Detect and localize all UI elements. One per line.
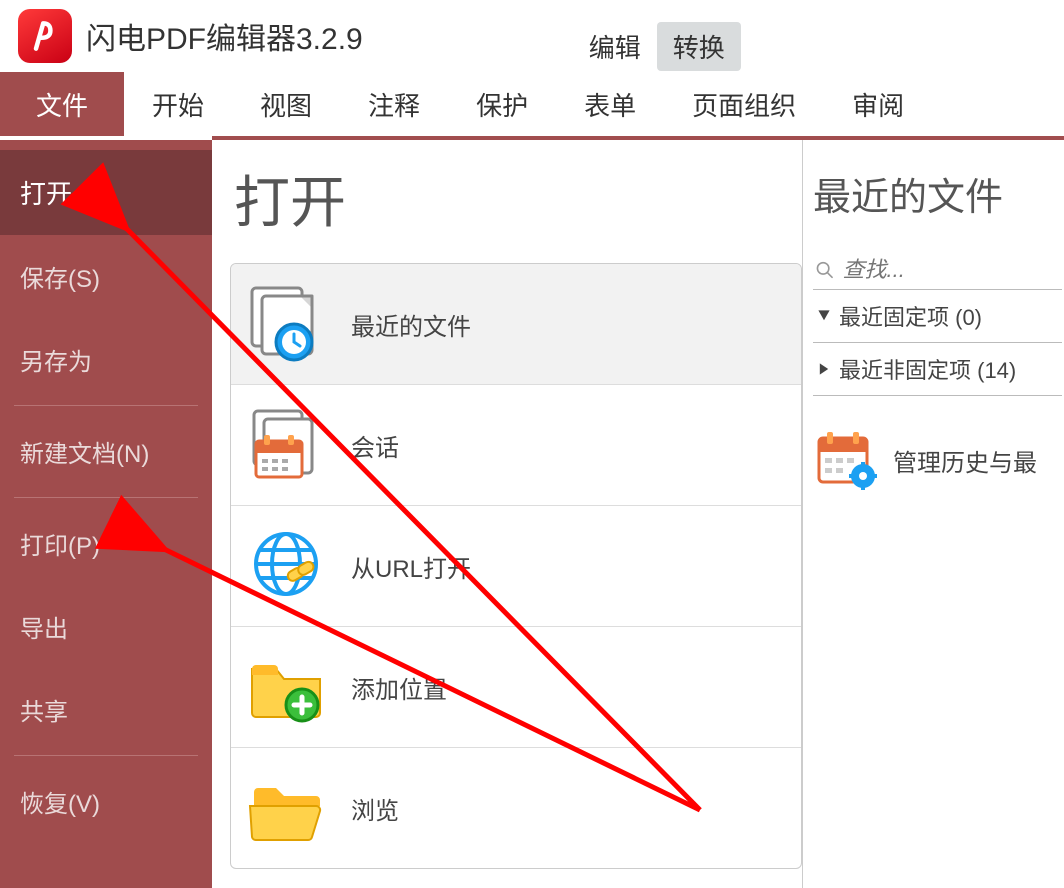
sidebar-separator xyxy=(14,755,198,756)
sidebar-separator xyxy=(14,405,198,406)
sidebar-item-export[interactable]: 导出 xyxy=(0,585,212,668)
open-option-label: 添加位置 xyxy=(351,670,447,705)
app-logo-icon xyxy=(18,9,72,63)
recent-pinned-section[interactable]: 最近固定项 (0) xyxy=(813,290,1062,343)
calendar-gear-icon xyxy=(813,426,881,494)
sidebar-item-print[interactable]: 打印(P) xyxy=(0,502,212,585)
open-panel-title: 打开 xyxy=(230,158,802,239)
ribbon-tab-comment[interactable]: 注释 xyxy=(340,72,448,136)
app-title: 闪电PDF编辑器3.2.9 xyxy=(86,14,363,58)
expand-icon xyxy=(817,309,831,323)
folder-open-icon xyxy=(243,768,335,848)
sidebar-item-saveas[interactable]: 另存为 xyxy=(0,318,212,401)
open-option-url[interactable]: 从URL打开 xyxy=(231,505,801,626)
collapse-icon xyxy=(817,362,831,376)
ribbon-tab-view[interactable]: 视图 xyxy=(232,72,340,136)
recent-panel: 最近的文件 最近固定项 (0) 最近非固定项 (14) xyxy=(802,140,1062,888)
recent-files-icon xyxy=(243,284,335,364)
open-option-label: 浏览 xyxy=(351,791,399,826)
open-option-label: 最近的文件 xyxy=(351,307,471,342)
sidebar-item-save[interactable]: 保存(S) xyxy=(0,235,212,318)
open-panel: 打开 最近的文件 xyxy=(212,140,802,888)
recent-panel-title: 最近的文件 xyxy=(813,166,1062,221)
title-bar: 闪电PDF编辑器3.2.9 编辑 转换 xyxy=(0,0,1064,72)
main-area: 打开 保存(S) 另存为 新建文档(N) 打印(P) 导出 共享 恢复(V) 打… xyxy=(0,140,1064,888)
sidebar-item-recover[interactable]: 恢复(V) xyxy=(0,760,212,843)
ribbon-tab-start[interactable]: 开始 xyxy=(124,72,232,136)
ribbon-tab-protect[interactable]: 保护 xyxy=(448,72,556,136)
open-option-recent[interactable]: 最近的文件 xyxy=(231,264,801,384)
recent-search[interactable] xyxy=(813,251,1062,290)
sidebar-separator xyxy=(14,497,198,498)
ribbon-tab-file[interactable]: 文件 xyxy=(0,72,124,136)
open-options-list: 最近的文件 会话 xyxy=(230,263,802,869)
ribbon-tabs: 文件 开始 视图 注释 保护 表单 页面组织 审阅 xyxy=(0,72,1064,136)
ribbon-tab-form[interactable]: 表单 xyxy=(556,72,664,136)
mode-switch: 编辑 转换 xyxy=(573,22,741,71)
mode-edit-button[interactable]: 编辑 xyxy=(573,22,657,71)
ribbon-tab-review[interactable]: 审阅 xyxy=(824,72,932,136)
manage-history-label: 管理历史与最 xyxy=(893,443,1037,478)
open-option-browse[interactable]: 浏览 xyxy=(231,747,801,868)
open-option-label: 从URL打开 xyxy=(351,549,471,584)
ribbon-tab-organize[interactable]: 页面组织 xyxy=(664,72,824,136)
recent-unpinned-section[interactable]: 最近非固定项 (14) xyxy=(813,343,1062,396)
open-option-label: 会话 xyxy=(351,428,399,463)
sidebar-item-share[interactable]: 共享 xyxy=(0,668,212,751)
search-icon xyxy=(815,259,835,281)
recent-unpinned-label: 最近非固定项 (14) xyxy=(839,353,1016,385)
file-menu-sidebar: 打开 保存(S) 另存为 新建文档(N) 打印(P) 导出 共享 恢复(V) xyxy=(0,140,212,888)
sidebar-item-open[interactable]: 打开 xyxy=(0,150,212,235)
manage-history-button[interactable]: 管理历史与最 xyxy=(813,426,1062,494)
session-icon xyxy=(243,405,335,485)
folder-add-icon xyxy=(243,647,335,727)
open-option-add-location[interactable]: 添加位置 xyxy=(231,626,801,747)
recent-pinned-label: 最近固定项 (0) xyxy=(839,300,982,332)
globe-link-icon xyxy=(243,526,335,606)
mode-convert-button[interactable]: 转换 xyxy=(657,22,741,71)
recent-search-input[interactable] xyxy=(843,257,1060,283)
sidebar-item-new[interactable]: 新建文档(N) xyxy=(0,410,212,493)
open-option-session[interactable]: 会话 xyxy=(231,384,801,505)
